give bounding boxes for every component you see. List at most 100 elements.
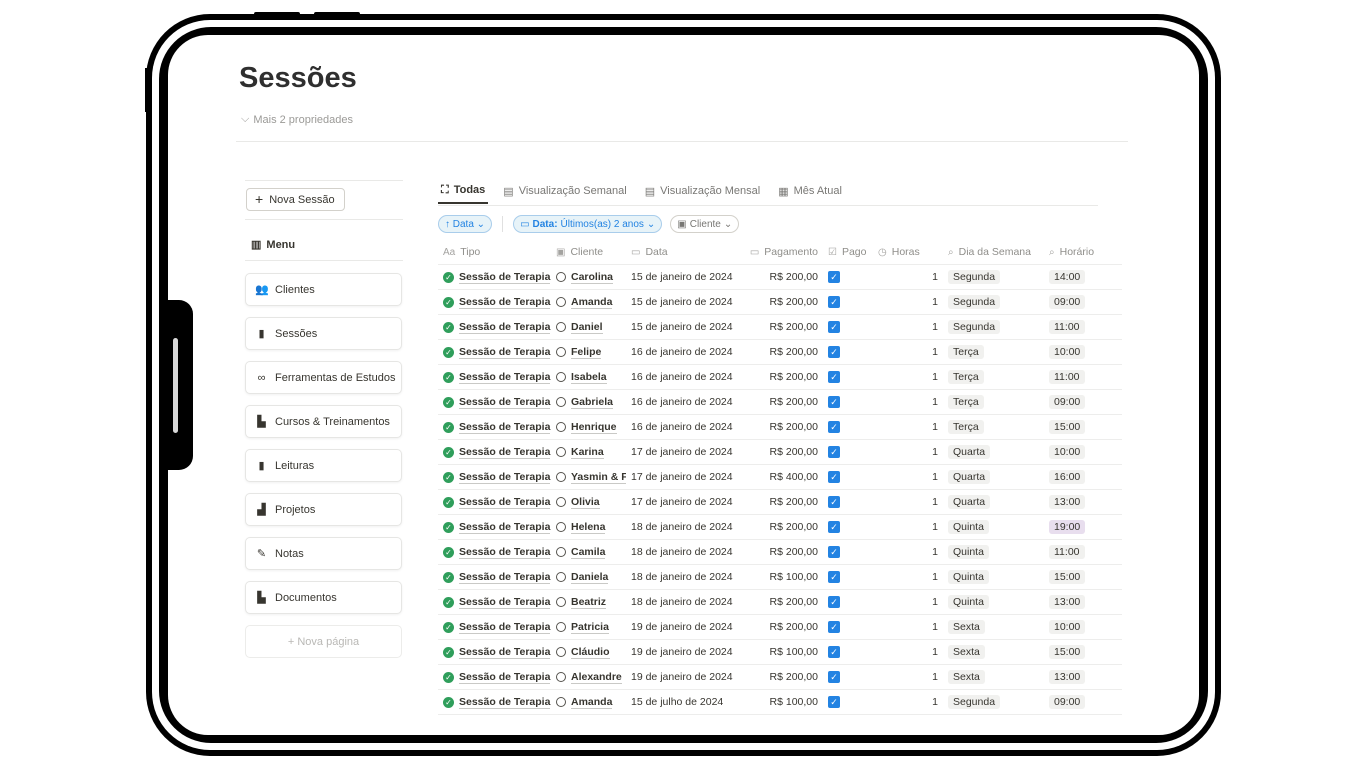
- tipo-link[interactable]: Sessão de Terapia: [459, 696, 551, 709]
- tipo-link[interactable]: Sessão de Terapia: [459, 371, 551, 384]
- cell-tipo[interactable]: ✓ Sessão de Terapia: [438, 521, 551, 534]
- client-filter-chip[interactable]: ▣ Cliente ⌄: [670, 215, 740, 233]
- table-row[interactable]: ✓ Sessão de Terapia Cláudio 19 de janeiro d…: [438, 640, 1122, 665]
- pago-checkbox[interactable]: ✓: [828, 571, 840, 583]
- table-row[interactable]: ✓ Sessão de Terapia Henrique 16 de janeiro …: [438, 415, 1122, 440]
- cell-dia[interactable]: Quinta: [943, 520, 1044, 534]
- cell-tipo[interactable]: ✓ Sessão de Terapia: [438, 346, 551, 359]
- table-row[interactable]: ✓ Sessão de Terapia Alexandre 19 de janeiro…: [438, 665, 1122, 690]
- cell-data[interactable]: 17 de janeiro de 2024: [626, 496, 737, 508]
- cell-cliente[interactable]: Camila: [551, 546, 626, 559]
- cell-horas[interactable]: 1: [873, 521, 943, 533]
- cell-horas[interactable]: 1: [873, 596, 943, 608]
- cell-pagamento[interactable]: R$ 100,00: [737, 646, 823, 658]
- cell-tipo[interactable]: ✓ Sessão de Terapia: [438, 396, 551, 409]
- table-row[interactable]: ✓ Sessão de Terapia Karina 17 de janeiro de…: [438, 440, 1122, 465]
- cell-data[interactable]: 18 de janeiro de 2024: [626, 571, 737, 583]
- cell-cliente[interactable]: Olivia: [551, 496, 626, 509]
- cell-dia[interactable]: Sexta: [943, 620, 1044, 634]
- cell-pago[interactable]: ✓: [823, 496, 873, 508]
- cell-dia[interactable]: Quarta: [943, 495, 1044, 509]
- tipo-link[interactable]: Sessão de Terapia: [459, 621, 551, 634]
- cell-dia[interactable]: Segunda: [943, 270, 1044, 284]
- sidebar-item-sessoes[interactable]: ▮ Sessões: [245, 317, 402, 350]
- cell-horario[interactable]: 10:00: [1044, 345, 1122, 359]
- cell-cliente[interactable]: Yasmin & F: [551, 471, 626, 484]
- tipo-link[interactable]: Sessão de Terapia: [459, 571, 551, 584]
- cell-dia[interactable]: Sexta: [943, 645, 1044, 659]
- cell-data[interactable]: 17 de janeiro de 2024: [626, 446, 737, 458]
- pago-checkbox[interactable]: ✓: [828, 346, 840, 358]
- cell-cliente[interactable]: Amanda: [551, 696, 626, 709]
- cell-horas[interactable]: 1: [873, 471, 943, 483]
- pago-checkbox[interactable]: ✓: [828, 521, 840, 533]
- cell-dia[interactable]: Quarta: [943, 470, 1044, 484]
- cell-cliente[interactable]: Daniel: [551, 321, 626, 334]
- sort-chip[interactable]: ↑ Data ⌄: [438, 215, 493, 233]
- tipo-link[interactable]: Sessão de Terapia: [459, 296, 551, 309]
- date-filter-chip[interactable]: ▭ Data: Últimos(as) 2 anos ⌄: [513, 215, 663, 233]
- cliente-link[interactable]: Daniel: [571, 321, 603, 334]
- cliente-link[interactable]: Yasmin & F: [571, 471, 626, 484]
- table-row[interactable]: ✓ Sessão de Terapia Yasmin & F 17 de janeir…: [438, 465, 1122, 490]
- cell-horario[interactable]: 13:00: [1044, 670, 1122, 684]
- cell-horas[interactable]: 1: [873, 546, 943, 558]
- cell-data[interactable]: 19 de janeiro de 2024: [626, 671, 737, 683]
- tipo-link[interactable]: Sessão de Terapia: [459, 671, 551, 684]
- cell-cliente[interactable]: Amanda: [551, 296, 626, 309]
- column-header-dia[interactable]: ⌕ Dia da Semana: [943, 246, 1044, 258]
- sidebar-item-clientes[interactable]: 👥 Clientes: [245, 273, 402, 306]
- table-row[interactable]: ✓ Sessão de Terapia Isabela 16 de janeiro d…: [438, 365, 1122, 390]
- cell-pagamento[interactable]: R$ 200,00: [737, 446, 823, 458]
- cell-tipo[interactable]: ✓ Sessão de Terapia: [438, 446, 551, 459]
- tipo-link[interactable]: Sessão de Terapia: [459, 346, 551, 359]
- cliente-link[interactable]: Patricia: [571, 621, 609, 634]
- cell-horas[interactable]: 1: [873, 446, 943, 458]
- cell-horario[interactable]: 11:00: [1044, 545, 1122, 559]
- cell-dia[interactable]: Segunda: [943, 295, 1044, 309]
- cell-pagamento[interactable]: R$ 200,00: [737, 396, 823, 408]
- pago-checkbox[interactable]: ✓: [828, 321, 840, 333]
- cell-dia[interactable]: Sexta: [943, 670, 1044, 684]
- cliente-link[interactable]: Camila: [571, 546, 606, 559]
- cell-tipo[interactable]: ✓ Sessão de Terapia: [438, 421, 551, 434]
- cliente-link[interactable]: Beatriz: [571, 596, 607, 609]
- cell-horario[interactable]: 15:00: [1044, 420, 1122, 434]
- cell-cliente[interactable]: Patricia: [551, 621, 626, 634]
- pago-checkbox[interactable]: ✓: [828, 671, 840, 683]
- cell-horario[interactable]: 09:00: [1044, 295, 1122, 309]
- cell-dia[interactable]: Terça: [943, 345, 1044, 359]
- pago-checkbox[interactable]: ✓: [828, 646, 840, 658]
- tab-visualizacao-mensal[interactable]: ▤ Visualização Mensal: [642, 178, 763, 204]
- cell-pago[interactable]: ✓: [823, 471, 873, 483]
- cell-horas[interactable]: 1: [873, 571, 943, 583]
- cell-pagamento[interactable]: R$ 200,00: [737, 521, 823, 533]
- pago-checkbox[interactable]: ✓: [828, 296, 840, 308]
- cell-dia[interactable]: Segunda: [943, 695, 1044, 709]
- cell-horario[interactable]: 15:00: [1044, 570, 1122, 584]
- cell-horario[interactable]: 11:00: [1044, 320, 1122, 334]
- sidebar-item-notas[interactable]: ✎ Notas: [245, 537, 402, 570]
- table-row[interactable]: ✓ Sessão de Terapia Olivia 17 de janeiro de…: [438, 490, 1122, 515]
- pago-checkbox[interactable]: ✓: [828, 371, 840, 383]
- cell-tipo[interactable]: ✓ Sessão de Terapia: [438, 596, 551, 609]
- cell-tipo[interactable]: ✓ Sessão de Terapia: [438, 371, 551, 384]
- cell-cliente[interactable]: Gabriela: [551, 396, 626, 409]
- cell-horario[interactable]: 13:00: [1044, 495, 1122, 509]
- cell-cliente[interactable]: Daniela: [551, 571, 626, 584]
- cell-dia[interactable]: Terça: [943, 395, 1044, 409]
- cell-tipo[interactable]: ✓ Sessão de Terapia: [438, 696, 551, 709]
- pago-checkbox[interactable]: ✓: [828, 621, 840, 633]
- cell-dia[interactable]: Quinta: [943, 570, 1044, 584]
- sidebar-item-documentos[interactable]: ▙ Documentos: [245, 581, 402, 614]
- cell-horas[interactable]: 1: [873, 671, 943, 683]
- tipo-link[interactable]: Sessão de Terapia: [459, 421, 551, 434]
- cell-tipo[interactable]: ✓ Sessão de Terapia: [438, 671, 551, 684]
- cell-data[interactable]: 16 de janeiro de 2024: [626, 421, 737, 433]
- cell-data[interactable]: 18 de janeiro de 2024: [626, 596, 737, 608]
- column-header-cliente[interactable]: ▣ Cliente: [551, 246, 626, 258]
- cell-pago[interactable]: ✓: [823, 271, 873, 283]
- column-header-pago[interactable]: ☑ Pago: [823, 246, 873, 258]
- tab-mes-atual[interactable]: ▦ Mês Atual: [775, 178, 845, 204]
- cell-pagamento[interactable]: R$ 200,00: [737, 371, 823, 383]
